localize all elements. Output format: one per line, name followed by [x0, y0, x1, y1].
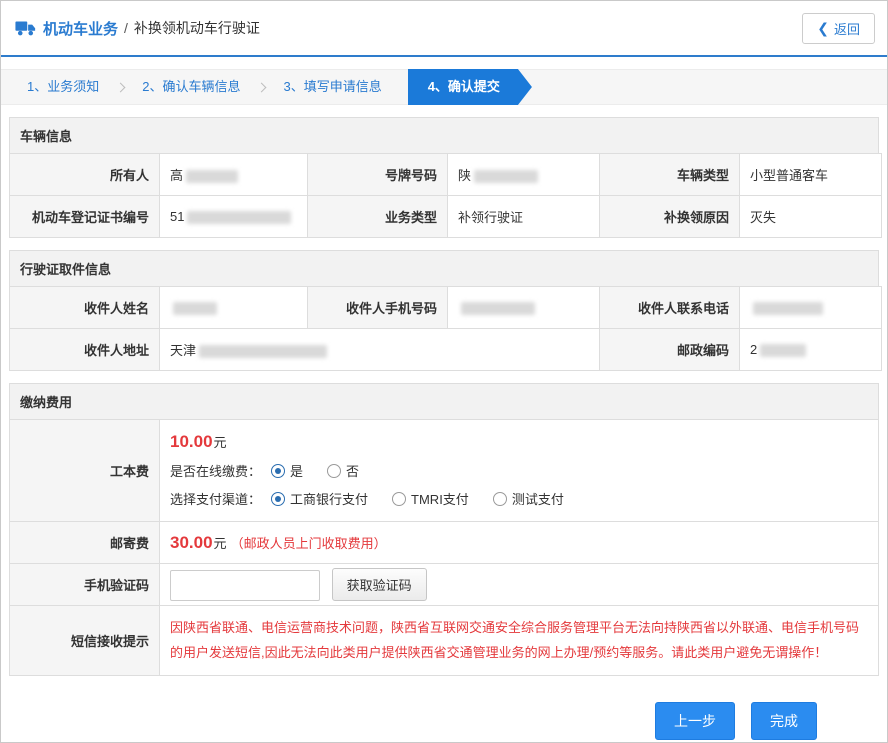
redacted-value — [173, 302, 217, 316]
vehicle-info-table: 所有人 高 号牌号码 陕 车辆类型 小型普通客车 机动车登记证书编号 51 业务… — [9, 153, 882, 238]
redacted-value — [461, 302, 535, 316]
field-value-recipient-mobile — [447, 286, 600, 329]
radio-unchecked-icon — [327, 463, 342, 478]
online-pay-row: 是否在线缴费： 是 否 — [170, 461, 868, 480]
field-label-postal-code: 邮政编码 — [599, 328, 740, 371]
footer-actions: 上一步 完成 — [9, 688, 879, 741]
table-row: 短信接收提示 因陕西省联通、电信运营商技术问题，陕西省互联网交通安全综合服务管理… — [9, 604, 879, 677]
field-label-recipient-mobile: 收件人手机号码 — [307, 286, 448, 329]
redacted-value — [474, 170, 539, 184]
step-indicator: 1、业务须知 2、确认车辆信息 3、填写申请信息 4、确认提交 — [1, 69, 887, 105]
breadcrumb: 机动车业务 / 补换领机动车行驶证 — [15, 18, 260, 39]
pay-channel-row: 选择支付渠道： 工商银行支付 TMRI支付 测试支付 — [170, 489, 868, 508]
back-button-label: 返回 — [833, 21, 860, 37]
field-value-recipient-address: 天津 — [159, 328, 600, 371]
field-value-reason: 灭失 — [739, 195, 882, 238]
section-title-pickup: 行驶证取件信息 — [9, 250, 879, 286]
field-value-vtype: 小型普通客车 — [739, 153, 882, 196]
field-value-cert: 51 — [159, 195, 308, 238]
radio-checked-icon — [271, 463, 286, 478]
radio-unchecked-icon — [492, 491, 507, 506]
field-value-biz: 补领行驶证 — [447, 195, 600, 238]
redacted-value — [186, 170, 239, 184]
table-row: 工本费 10.00元 是否在线缴费： 是 否 选择支付渠道： 工商银行支付 TM… — [9, 419, 879, 522]
redacted-value — [199, 345, 328, 359]
field-value-production-fee: 10.00元 是否在线缴费： 是 否 选择支付渠道： 工商银行支付 TMRI支付… — [159, 419, 879, 522]
fees-section: 缴纳费用 工本费 10.00元 是否在线缴费： 是 否 选择支付渠道： 工商银行… — [9, 383, 879, 677]
pickup-info-table: 收件人姓名 收件人手机号码 收件人联系电话 收件人地址 天津 邮政编码 2 — [9, 286, 882, 371]
chevron-left-icon: ❮ — [817, 20, 829, 36]
sms-code-input[interactable] — [170, 570, 320, 601]
redacted-value — [187, 211, 292, 225]
field-label-production-fee: 工本费 — [9, 419, 160, 522]
radio-channel-test[interactable]: 测试支付 — [492, 489, 564, 508]
section-title-fees: 缴纳费用 — [9, 383, 879, 419]
field-label-reason: 补换领原因 — [599, 195, 740, 238]
field-value-sms-notice: 因陕西省联通、电信运营商技术问题，陕西省互联网交通安全综合服务管理平台无法向持陕… — [159, 604, 879, 677]
field-value-sms-code: 获取验证码 — [159, 563, 879, 606]
field-value-postal-code: 2 — [739, 328, 882, 371]
prev-step-button[interactable]: 上一步 — [655, 702, 735, 741]
field-label-cert: 机动车登记证书编号 — [9, 195, 160, 238]
field-value-recipient-phone — [739, 286, 882, 329]
field-value-plate: 陕 — [447, 153, 600, 196]
finish-button[interactable]: 完成 — [751, 702, 817, 741]
get-code-button[interactable]: 获取验证码 — [331, 568, 427, 601]
field-value-postage-fee: 30.00元 （邮政人员上门收取费用） — [159, 521, 879, 564]
table-row: 所有人 高 号牌号码 陕 车辆类型 小型普通客车 — [9, 153, 882, 196]
back-button[interactable]: ❮ 返回 — [802, 12, 875, 44]
chevron-right-icon — [115, 82, 126, 92]
production-fee-amount: 10.00元 — [170, 432, 227, 451]
field-value-owner: 高 — [159, 153, 308, 196]
table-row: 手机验证码 获取验证码 — [9, 563, 879, 606]
field-label-sms-code: 手机验证码 — [9, 563, 160, 606]
title-separator: / — [124, 20, 128, 36]
table-row: 收件人姓名 收件人手机号码 收件人联系电话 — [9, 286, 882, 329]
radio-online-no[interactable]: 否 — [327, 461, 359, 480]
pay-channel-question: 选择支付渠道： — [170, 492, 262, 507]
field-label-sms-notice: 短信接收提示 — [9, 604, 160, 677]
table-row: 邮寄费 30.00元 （邮政人员上门收取费用） — [9, 521, 879, 564]
field-label-vtype: 车辆类型 — [599, 153, 740, 196]
vehicle-info-section: 车辆信息 所有人 高 号牌号码 陕 车辆类型 小型普通客车 机动车登记证书编号 … — [9, 117, 882, 238]
radio-channel-icbc[interactable]: 工商银行支付 — [271, 489, 368, 508]
redacted-value — [760, 344, 807, 358]
main-content: 车辆信息 所有人 高 号牌号码 陕 车辆类型 小型普通客车 机动车登记证书编号 … — [1, 105, 887, 741]
field-value-recipient-name — [159, 286, 308, 329]
step-item-1[interactable]: 1、业务须知 — [11, 69, 115, 105]
step-item-2[interactable]: 2、确认车辆信息 — [126, 69, 256, 105]
page-title-primary: 机动车业务 — [43, 20, 119, 38]
field-label-recipient-phone: 收件人联系电话 — [599, 286, 740, 329]
field-label-recipient-name: 收件人姓名 — [9, 286, 160, 329]
section-title-vehicle: 车辆信息 — [9, 117, 879, 153]
radio-unchecked-icon — [392, 491, 407, 506]
radio-channel-tmri[interactable]: TMRI支付 — [392, 489, 469, 508]
redacted-value — [753, 302, 823, 316]
postage-fee-note: （邮政人员上门收取费用） — [230, 535, 387, 551]
radio-online-yes[interactable]: 是 — [271, 461, 303, 480]
field-label-owner: 所有人 — [9, 153, 160, 196]
step-item-3[interactable]: 3、填写申请信息 — [267, 69, 397, 105]
fees-table: 工本费 10.00元 是否在线缴费： 是 否 选择支付渠道： 工商银行支付 TM… — [9, 419, 879, 677]
step-item-4-active: 4、确认提交 — [408, 69, 532, 105]
sms-notice-text: 因陕西省联通、电信运营商技术问题，陕西省互联网交通安全综合服务管理平台无法向持陕… — [170, 620, 860, 660]
pickup-info-section: 行驶证取件信息 收件人姓名 收件人手机号码 收件人联系电话 收件人地址 天津 邮… — [9, 250, 882, 371]
table-row: 收件人地址 天津 邮政编码 2 — [9, 328, 882, 371]
table-row: 机动车登记证书编号 51 业务类型 补领行驶证 补换领原因 灭失 — [9, 195, 882, 238]
page: 机动车业务 / 补换领机动车行驶证 ❮ 返回 1、业务须知 2、确认车辆信息 3… — [0, 0, 888, 743]
truck-icon — [15, 20, 36, 37]
radio-checked-icon — [271, 491, 286, 506]
field-label-postage-fee: 邮寄费 — [9, 521, 160, 564]
field-label-biz: 业务类型 — [307, 195, 448, 238]
field-label-plate: 号牌号码 — [307, 153, 448, 196]
field-label-recipient-address: 收件人地址 — [9, 328, 160, 371]
online-pay-question: 是否在线缴费： — [170, 464, 262, 479]
header: 机动车业务 / 补换领机动车行驶证 ❮ 返回 — [1, 1, 887, 57]
page-title-secondary: 补换领机动车行驶证 — [133, 20, 260, 36]
chevron-right-icon — [257, 82, 267, 92]
